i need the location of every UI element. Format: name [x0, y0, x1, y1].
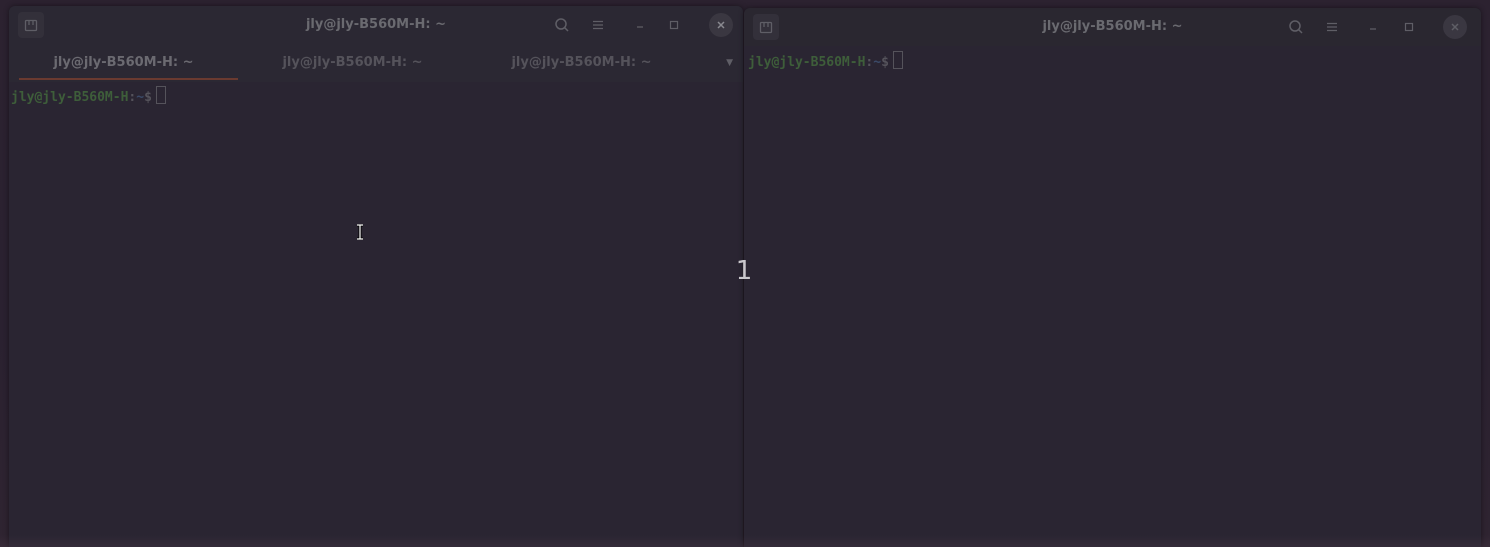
close-icon — [717, 21, 725, 29]
prompt-line: jly@jly-B560M-H:~$ — [748, 51, 903, 70]
desktop: jly@jly-B560M-H: ~ jly@jly-B560M-H: ~ jl… — [0, 0, 1490, 547]
terminal-area[interactable]: jly@jly-B560M-H:~$ — [744, 46, 1481, 547]
prompt-dollar: $ — [881, 55, 889, 70]
minimize-icon — [637, 26, 643, 28]
menu-button[interactable] — [585, 12, 611, 38]
tab-bar: jly@jly-B560M-H: ~ jly@jly-B560M-H: ~ jl… — [9, 44, 743, 82]
prompt-user-host: jly@jly-B560M-H — [11, 90, 129, 105]
hamburger-menu-icon — [1327, 22, 1337, 32]
prompt-dollar: $ — [144, 90, 152, 105]
tab-2[interactable]: jly@jly-B560M-H: ~ — [238, 44, 467, 82]
new-tab-icon — [24, 19, 38, 32]
prompt-line: jly@jly-B560M-H:~$ — [11, 86, 166, 105]
tab-label: jly@jly-B560M-H: ~ — [511, 55, 652, 70]
text-cursor — [892, 51, 903, 69]
terminal-window-right[interactable]: jly@jly-B560M-H: ~ jly@jly-B560M-H:~$ — [744, 8, 1481, 547]
minimize-icon — [1370, 28, 1376, 30]
menu-button[interactable] — [1319, 14, 1345, 40]
text-cursor — [155, 86, 166, 104]
tab-list-dropdown-icon[interactable]: ▼ — [726, 44, 733, 82]
close-icon — [1451, 23, 1459, 31]
maximize-button[interactable] — [661, 12, 687, 38]
minimize-button[interactable] — [627, 12, 653, 38]
active-tab-indicator — [19, 78, 238, 80]
prompt-path: ~ — [136, 90, 145, 105]
tab-label: jly@jly-B560M-H: ~ — [282, 55, 423, 70]
desktop-bottom-edge — [0, 535, 1490, 547]
hamburger-menu-icon — [593, 20, 603, 30]
maximize-icon — [1404, 22, 1414, 32]
prompt-user-host: jly@jly-B560M-H — [748, 55, 866, 70]
mouse-ibeam-cursor-icon — [357, 224, 363, 240]
overlay-number: 1 — [735, 256, 753, 286]
new-tab-icon — [759, 21, 773, 34]
search-button[interactable] — [1283, 14, 1309, 40]
header-bar[interactable]: jly@jly-B560M-H: ~ — [744, 8, 1481, 46]
header-bar[interactable]: jly@jly-B560M-H: ~ — [9, 6, 743, 44]
new-tab-button[interactable] — [18, 12, 44, 38]
maximize-button[interactable] — [1396, 14, 1422, 40]
new-tab-button[interactable] — [753, 14, 779, 40]
minimize-button[interactable] — [1360, 14, 1386, 40]
terminal-area[interactable]: jly@jly-B560M-H:~$ — [9, 82, 743, 547]
search-button[interactable] — [549, 12, 575, 38]
close-button[interactable] — [709, 13, 733, 37]
search-icon — [555, 18, 569, 32]
tab-3[interactable]: jly@jly-B560M-H: ~ — [467, 44, 696, 82]
tab-1[interactable]: jly@jly-B560M-H: ~ — [9, 44, 238, 82]
tab-label: jly@jly-B560M-H: ~ — [53, 55, 194, 70]
terminal-window-left[interactable]: jly@jly-B560M-H: ~ jly@jly-B560M-H: ~ jl… — [9, 6, 743, 547]
close-button[interactable] — [1443, 15, 1467, 39]
search-icon — [1289, 20, 1303, 34]
maximize-icon — [669, 20, 679, 30]
prompt-path: ~ — [873, 55, 882, 70]
